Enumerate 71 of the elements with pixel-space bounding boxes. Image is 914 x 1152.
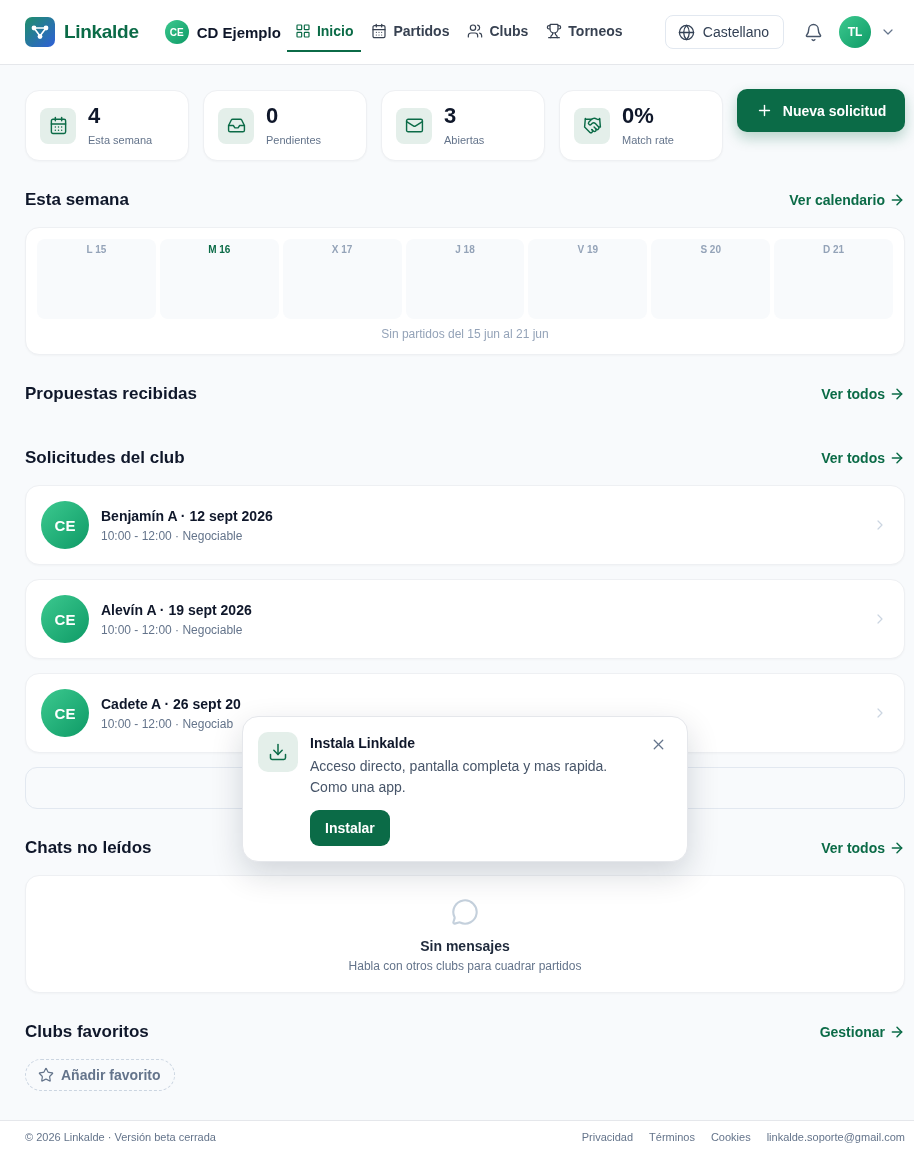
day-cell: L 15 [37, 239, 156, 319]
section-link[interactable]: Ver todos [821, 386, 905, 402]
day-cell: V 19 [528, 239, 648, 319]
star-icon [38, 1067, 54, 1083]
arrow-right-icon [889, 840, 905, 856]
stat-value: 0 [266, 104, 280, 128]
club-avatar: CE [41, 689, 89, 737]
footer-link[interactable]: Privacidad [581, 1131, 634, 1143]
handshake-icon [574, 107, 610, 144]
day-cell: J 18 [405, 239, 525, 319]
section-link[interactable]: Ver todos [821, 840, 905, 856]
mail-icon [396, 107, 432, 144]
request-details: 10:00 - 12:00 · Negociable [101, 528, 243, 543]
stat-value: 3 [444, 104, 458, 128]
globe-icon [677, 23, 695, 41]
section-title: Solicitudes del club [25, 448, 185, 468]
nav-tab[interactable]: Torneos [538, 12, 631, 52]
stat-value: 0% [622, 104, 655, 128]
request-card[interactable]: CE Benjamín A · 12 sept 2026 10:00 - 12:00 · Negociable [25, 485, 905, 565]
empty-week-text: Sin partidos del 15 jun al 21 jun [380, 327, 550, 341]
stat-label: Match rate [622, 134, 674, 147]
day-cell: D 21 [774, 239, 893, 319]
empty-chats-title: Sin mensajes [420, 938, 510, 955]
language-button[interactable]: Castellano [664, 15, 784, 49]
stat-label: Esta semana [88, 134, 153, 147]
request-title: Cadete A · 26 sept 20 [101, 695, 241, 713]
users-icon [467, 23, 484, 39]
install-button[interactable]: Instalar [310, 810, 390, 846]
copyright-text: © 2026 Linkalde · Versión beta cerrada [25, 1131, 216, 1143]
brand-name: Linkalde [64, 21, 139, 43]
calendar-icon [371, 23, 388, 39]
bell-icon[interactable] [804, 22, 823, 42]
download-icon [258, 732, 298, 772]
chat-bubble-icon [451, 898, 479, 926]
request-card[interactable]: CE Alevín A · 19 sept 2026 10:00 - 12:00 · Negociable [25, 579, 905, 659]
day-cell: M 16 [159, 239, 279, 319]
calendar-icon [40, 107, 76, 144]
day-cell: X 17 [282, 239, 402, 319]
club-avatar: CE [164, 20, 189, 44]
request-details: 10:00 - 12:00 · Negociable [101, 622, 243, 637]
grid-icon [294, 23, 311, 39]
section-link[interactable]: Ver calendario [789, 192, 905, 208]
stat-label: Pendientes [266, 134, 322, 147]
empty-chats-text: Habla con otros clubs para cuadrar partidos [348, 959, 582, 973]
club-name[interactable]: CD Ejemplo [196, 23, 281, 41]
section-title: Clubs favoritos [25, 1022, 149, 1042]
stat-value: 4 [88, 104, 102, 128]
footer-link[interactable]: linkalde.soporte@gmail.com [766, 1131, 905, 1143]
footer-link[interactable]: Términos [649, 1131, 695, 1143]
new-request-button[interactable]: Nueva solicitud [737, 89, 905, 132]
nav-tab[interactable]: Clubs [459, 12, 537, 52]
section-title: Chats no leídos [25, 838, 152, 858]
request-title: Benjamín A · 12 sept 2026 [101, 507, 273, 525]
request-details: 10:00 - 12:00 · Negociab [101, 716, 234, 731]
section-title: Esta semana [25, 190, 129, 210]
section-link[interactable]: Gestionar [819, 1024, 905, 1040]
request-title: Alevín A · 19 sept 2026 [101, 601, 252, 619]
popup-text: Acceso directo, pantalla completa y mas rapida. Como una app. [310, 757, 609, 797]
club-avatar: CE [41, 501, 89, 549]
inbox-icon [218, 107, 254, 144]
popup-title: Instala Linkalde [310, 735, 416, 752]
section-link[interactable]: Ver todos [821, 450, 905, 466]
footer-link[interactable]: Cookies [710, 1131, 751, 1143]
section-title: Propuestas recibidas [25, 384, 197, 404]
day-cell: S 20 [651, 239, 771, 319]
stat-label: Abiertas [444, 134, 485, 147]
nav-tab[interactable]: Partidos [363, 12, 458, 52]
logo-icon[interactable] [25, 17, 55, 47]
club-avatar: CE [41, 595, 89, 643]
trophy-icon [546, 23, 563, 39]
nav-tab[interactable]: Inicio [286, 12, 362, 52]
